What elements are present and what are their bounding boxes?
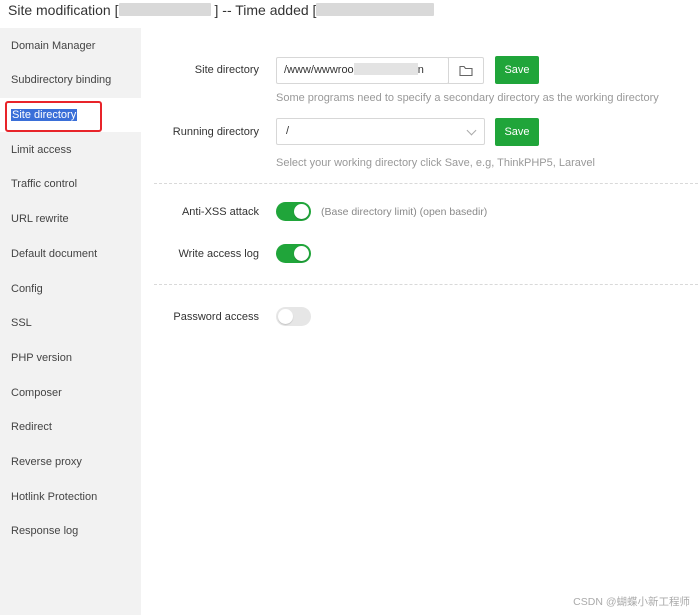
save-site-directory-button[interactable]: Save xyxy=(495,56,539,84)
dialog-title: Site modification [ ] -- Time added [ xyxy=(8,2,435,18)
section-divider xyxy=(154,183,698,184)
access-log-label: Write access log xyxy=(178,248,260,260)
toggle-knob xyxy=(294,204,309,219)
save-running-directory-button[interactable]: Save xyxy=(495,118,539,146)
sidebar-item-label: Site directory xyxy=(11,109,78,121)
sidebar-item-config[interactable]: Config xyxy=(0,272,141,306)
sidebar-item-label: Traffic control xyxy=(11,178,78,190)
sidebar-item-label: SSL xyxy=(11,317,32,329)
dialog-title-bar: Site modification [ ] -- Time added [ xyxy=(0,0,698,24)
folder-icon xyxy=(459,65,473,76)
site-directory-value-start: /www/wwwroo xyxy=(284,64,354,76)
redacted-path-segment xyxy=(353,63,418,75)
sidebar-item-label: Hotlink Protection xyxy=(11,491,98,503)
sidebar-item-domain-manager[interactable]: Domain Manager xyxy=(0,29,141,63)
sidebar-item-label: Domain Manager xyxy=(11,40,96,52)
sidebar-item-response-log[interactable]: Response log xyxy=(0,514,141,548)
access-log-toggle[interactable] xyxy=(276,244,311,263)
sidebar-item-php-version[interactable]: PHP version xyxy=(0,341,141,375)
redacted-site-name xyxy=(118,3,211,16)
sidebar-item-label: Response log xyxy=(11,525,79,537)
title-middle: ] -- Time added [ xyxy=(214,2,317,18)
sidebar-item-ssl[interactable]: SSL xyxy=(0,306,141,340)
sidebar-item-default-document[interactable]: Default document xyxy=(0,237,141,271)
running-directory-hint: Select your working directory click Save… xyxy=(276,157,595,169)
running-directory-label: Running directory xyxy=(172,126,259,138)
site-directory-hint: Some programs need to specify a secondar… xyxy=(276,92,659,104)
chevron-down-icon xyxy=(466,125,477,136)
running-directory-value: / xyxy=(286,125,290,137)
sidebar-item-traffic-control[interactable]: Traffic control xyxy=(0,167,141,201)
anti-xss-label: Anti-XSS attack xyxy=(181,206,259,218)
sidebar-item-label: Subdirectory binding xyxy=(11,74,112,86)
password-access-label: Password access xyxy=(173,311,259,323)
sidebar-item-site-directory[interactable]: Site directory xyxy=(0,98,141,132)
anti-xss-toggle[interactable] xyxy=(276,202,311,221)
sidebar-item-composer[interactable]: Composer xyxy=(0,376,141,410)
browse-folder-button[interactable] xyxy=(448,57,484,84)
sidebar-item-label: Default document xyxy=(11,248,98,260)
site-directory-label: Site directory xyxy=(194,64,259,76)
watermark-text: CSDN @蝴蝶小新工程师 xyxy=(573,596,690,608)
sidebar-item-label: Limit access xyxy=(11,144,72,156)
sidebar-item-subdirectory-binding[interactable]: Subdirectory binding xyxy=(0,63,141,97)
sidebar-item-redirect[interactable]: Redirect xyxy=(0,410,141,444)
settings-sidebar: Domain Manager Subdirectory binding Site… xyxy=(0,28,141,615)
redacted-time-added xyxy=(316,3,435,16)
sidebar-item-hotlink-protection[interactable]: Hotlink Protection xyxy=(0,480,141,514)
toggle-knob xyxy=(294,246,309,261)
sidebar-item-label: PHP version xyxy=(11,352,72,364)
sidebar-item-label: Reverse proxy xyxy=(11,456,82,468)
sidebar-item-reverse-proxy[interactable]: Reverse proxy xyxy=(0,445,141,479)
sidebar-item-limit-access[interactable]: Limit access xyxy=(0,133,141,167)
site-directory-value-end: n xyxy=(417,64,424,76)
running-directory-select[interactable]: / xyxy=(276,118,485,145)
site-directory-panel: Site directory /www/wwwroo n Save Some pr… xyxy=(141,28,698,615)
sidebar-item-url-rewrite[interactable]: URL rewrite xyxy=(0,202,141,236)
password-access-toggle[interactable] xyxy=(276,307,311,326)
site-directory-input[interactable]: /www/wwwroo n xyxy=(276,57,449,84)
anti-xss-description: (Base directory limit) (open basedir) xyxy=(321,206,488,218)
sidebar-item-label: URL rewrite xyxy=(11,213,69,225)
toggle-knob xyxy=(278,309,293,324)
sidebar-item-label: Composer xyxy=(11,387,62,399)
section-divider xyxy=(154,284,698,285)
title-prefix: Site modification [ xyxy=(8,2,119,18)
sidebar-item-label: Config xyxy=(11,283,43,295)
sidebar-item-label: Redirect xyxy=(11,421,52,433)
